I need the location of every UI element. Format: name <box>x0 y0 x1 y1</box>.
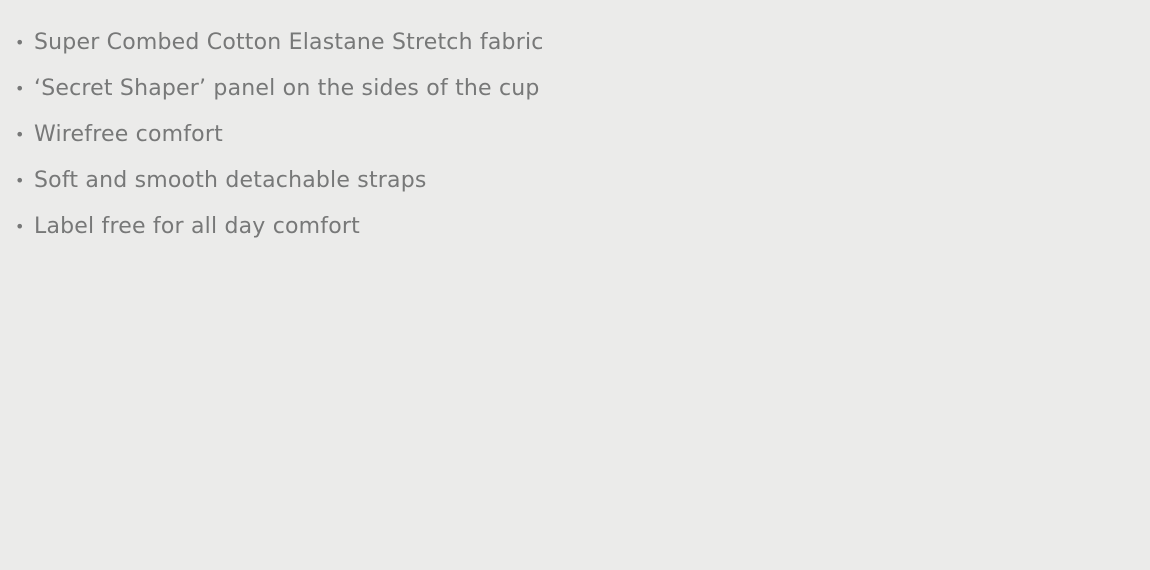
feature-item: • Super Combed Cotton Elastane Stretch f… <box>15 19 544 65</box>
feature-item: • ‘Secret Shaper’ panel on the sides of … <box>15 65 544 111</box>
feature-item: • Label free for all day comfort <box>15 203 544 249</box>
bullet-icon: • <box>15 216 25 236</box>
bullet-icon: • <box>15 32 25 52</box>
feature-item: • Wirefree comfort <box>15 111 544 157</box>
feature-text: Wirefree comfort <box>34 121 223 147</box>
feature-text: Soft and smooth detachable straps <box>34 167 427 193</box>
feature-text: ‘Secret Shaper’ panel on the sides of th… <box>34 75 540 101</box>
bullet-icon: • <box>15 170 25 190</box>
feature-text: Super Combed Cotton Elastane Stretch fab… <box>34 29 544 55</box>
feature-item: • Soft and smooth detachable straps <box>15 157 544 203</box>
bullet-icon: • <box>15 78 25 98</box>
feature-text: Label free for all day comfort <box>34 213 360 239</box>
bullet-icon: • <box>15 124 25 144</box>
product-feature-list: • Super Combed Cotton Elastane Stretch f… <box>15 19 544 249</box>
